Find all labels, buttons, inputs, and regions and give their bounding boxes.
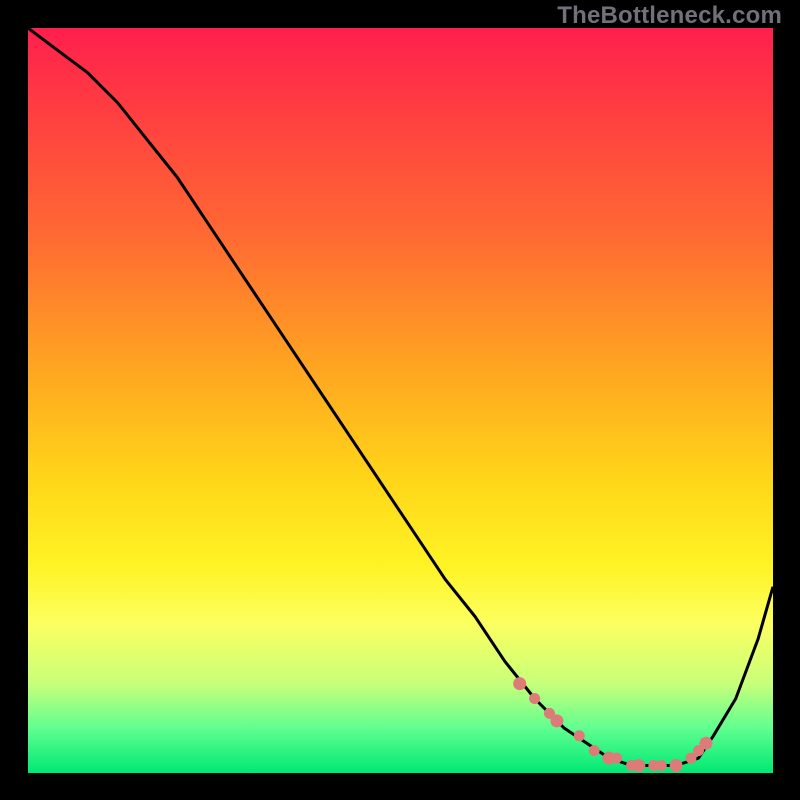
plot-area (28, 28, 773, 773)
chart-stage: TheBottleneck.com (0, 0, 800, 800)
gradient-background (28, 28, 773, 773)
watermark-text: TheBottleneck.com (557, 2, 782, 30)
